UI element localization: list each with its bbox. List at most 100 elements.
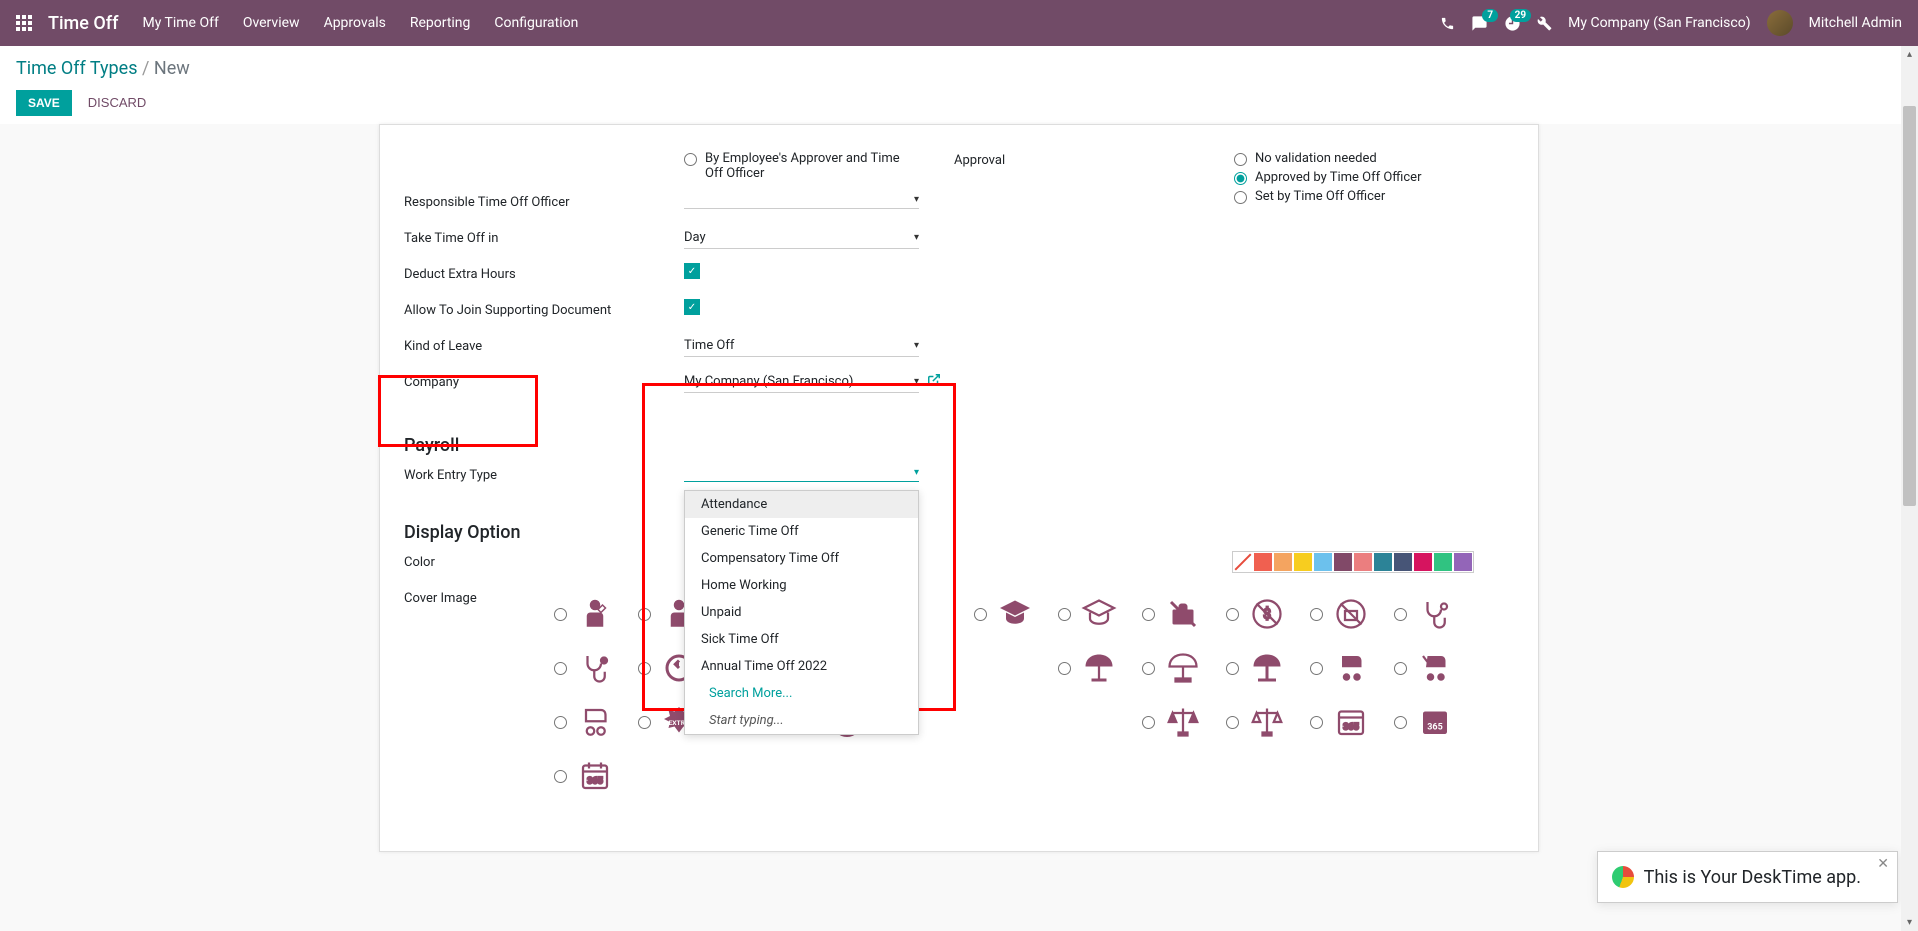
nav-my-time-off[interactable]: My Time Off [142,15,218,31]
take-in-select[interactable]: Day▾ [684,227,919,249]
breadcrumb-parent[interactable]: Time Off Types [16,58,138,79]
toast-close-icon[interactable]: ✕ [1877,856,1889,872]
swatch-3[interactable] [1294,553,1312,571]
allow-doc-checkbox[interactable]: ✓ [684,299,700,315]
messages-badge: 7 [1482,9,1498,22]
scrollbar-thumb[interactable] [1903,106,1916,506]
company-switcher[interactable]: My Company (San Francisco) [1568,15,1750,31]
debug-icon[interactable] [1537,16,1552,31]
cover-opt[interactable]: $ [1226,587,1310,641]
umbrella-alt-icon [1163,648,1203,688]
scrollbar[interactable]: ▴ ▾ [1901,46,1918,931]
swatch-7[interactable] [1374,553,1392,571]
kind-select[interactable]: Time Off▾ [684,335,919,357]
dropdown-search-more[interactable]: Search More... [685,680,918,707]
color-swatches [1232,551,1474,573]
swatch-8[interactable] [1394,553,1412,571]
swatch-none[interactable] [1234,553,1252,571]
scales-alt-icon [1247,702,1287,742]
work-entry-type-select[interactable]: ▾ [684,464,919,482]
company-select[interactable]: My Company (San Francisco)▾ [684,371,919,393]
svg-text:365: 365 [1427,723,1443,733]
cover-opt[interactable] [1226,641,1310,695]
swatch-5[interactable] [1334,553,1352,571]
nav-configuration[interactable]: Configuration [494,15,578,31]
nav-reporting[interactable]: Reporting [410,15,471,31]
nav-approvals[interactable]: Approvals [324,15,386,31]
cover-opt[interactable]: 365 [554,749,638,803]
user-name[interactable]: Mitchell Admin [1809,15,1902,31]
dropdown-item-attendance[interactable]: Attendance [685,491,918,518]
nav-overview[interactable]: Overview [243,15,300,31]
cover-opt[interactable]: 365 [1394,695,1478,749]
discard-button[interactable]: DISCARD [80,89,155,116]
breadcrumb: Time Off Types / New [16,58,1902,79]
user-avatar[interactable] [1767,10,1793,36]
messages-icon[interactable]: 7 [1471,15,1488,32]
cover-opt[interactable] [974,587,1058,641]
apps-icon[interactable] [16,15,32,31]
swatch-4[interactable] [1314,553,1332,571]
cover-opt[interactable] [554,587,638,641]
cover-opt[interactable] [1058,587,1142,641]
save-button[interactable]: SAVE [16,90,72,116]
approval-opt-label: Set by Time Off Officer [1255,189,1385,204]
no-briefcase-circle-icon [1331,594,1371,634]
cover-opt[interactable] [1394,587,1478,641]
external-link-icon[interactable] [927,373,941,391]
dropdown-item-annual[interactable]: Annual Time Off 2022 [685,653,918,680]
cover-opt[interactable] [1142,695,1226,749]
deduct-label: Deduct Extra Hours [404,263,684,282]
injury-icon [575,594,615,634]
phone-icon[interactable] [1440,16,1455,31]
cover-opt[interactable] [1142,641,1226,695]
cover-opt[interactable]: 365 [1310,695,1394,749]
activities-icon[interactable]: 29 [1504,15,1521,32]
graduation-icon [995,594,1035,634]
cover-opt[interactable] [1058,641,1142,695]
svg-text:365: 365 [1343,723,1359,733]
cover-opt[interactable] [1142,587,1226,641]
company-value: My Company (San Francisco) [684,374,853,389]
swatch-11[interactable] [1454,553,1472,571]
approval-opt-0[interactable]: No validation needed [1234,149,1514,168]
cover-opt[interactable] [554,695,638,749]
brand[interactable]: Time Off [48,13,118,34]
umbrella-icon [1079,648,1119,688]
work-entry-type-dropdown: Attendance Generic Time Off Compensatory… [684,490,919,735]
deduct-checkbox[interactable]: ✓ [684,263,700,279]
radio-input[interactable] [684,153,697,166]
cover-opt[interactable] [1394,641,1478,695]
cover-opt[interactable] [554,641,638,695]
dropdown-item-unpaid[interactable]: Unpaid [685,599,918,626]
radio-by-employee-approver[interactable]: By Employee's Approver and Time Off Offi… [684,149,905,183]
no-briefcase-icon [1163,594,1203,634]
breadcrumb-current: New [154,58,190,79]
swatch-2[interactable] [1274,553,1292,571]
approval-opt-1[interactable]: Approved by Time Off Officer [1234,168,1514,187]
scroll-down-icon[interactable]: ▾ [1901,914,1918,931]
cover-opt[interactable] [1310,641,1394,695]
swatch-9[interactable] [1414,553,1432,571]
dropdown-start-typing[interactable]: Start typing... [685,707,918,734]
no-dollar-circle-icon: $ [1247,594,1287,634]
umbrella-open-icon [1247,648,1287,688]
responsible-select[interactable]: ▾ [684,191,919,209]
approval-label: Approval [954,149,1234,168]
approval-opt-2[interactable]: Set by Time Off Officer [1234,187,1514,206]
cover-opt[interactable] [1310,587,1394,641]
swatch-6[interactable] [1354,553,1372,571]
dropdown-item-home[interactable]: Home Working [685,572,918,599]
cover-opt[interactable] [1226,695,1310,749]
radio-label: By Employee's Approver and Time Off Offi… [705,151,905,181]
scroll-up-icon[interactable]: ▴ [1901,46,1918,63]
control-panel: Time Off Types / New SAVE DISCARD [0,46,1918,124]
form-sheet: By Employee's Approver and Time Off Offi… [379,124,1539,852]
dropdown-item-compensatory[interactable]: Compensatory Time Off [685,545,918,572]
dropdown-item-generic[interactable]: Generic Time Off [685,518,918,545]
swatch-10[interactable] [1434,553,1452,571]
desktime-toast: This is Your DeskTime app. ✕ [1597,851,1898,903]
svg-text:365: 365 [587,777,603,787]
dropdown-item-sick[interactable]: Sick Time Off [685,626,918,653]
swatch-1[interactable] [1254,553,1272,571]
